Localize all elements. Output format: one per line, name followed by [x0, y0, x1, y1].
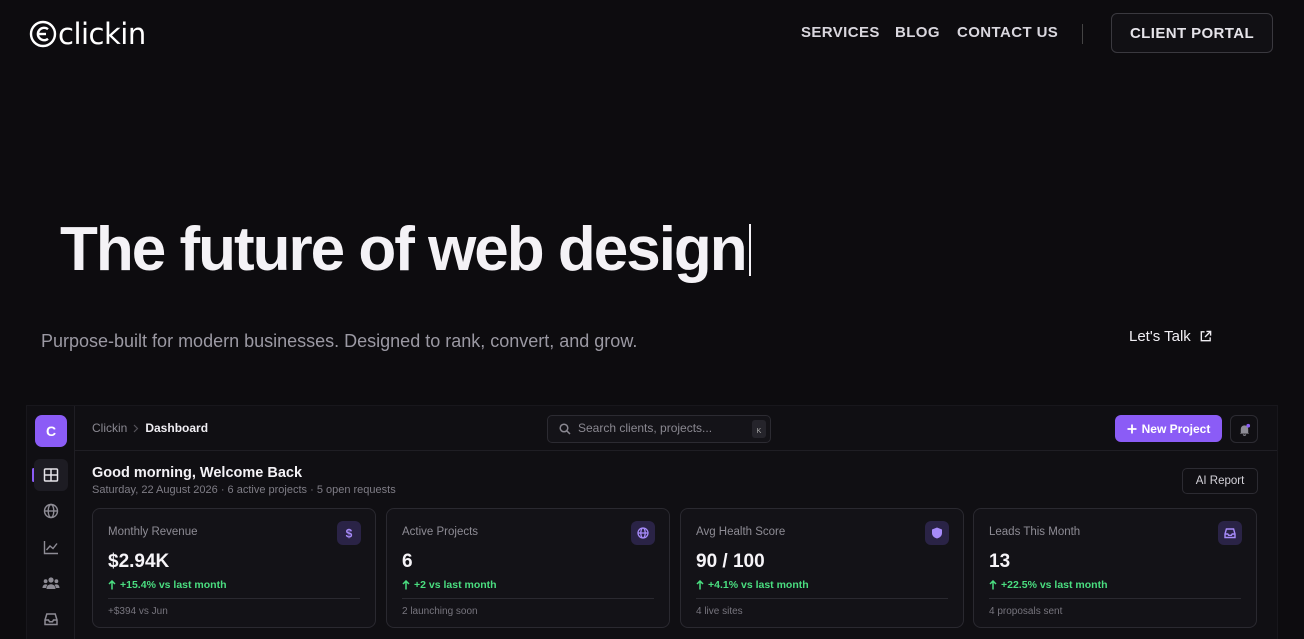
- stat-value: 13: [989, 551, 1011, 572]
- card-divider: [108, 598, 360, 599]
- stat-footnote: 4 proposals sent: [989, 606, 1063, 617]
- dashboard-topbar: Clickin Dashboard K New Project: [74, 406, 1277, 451]
- greeting-meta: Saturday, 22 August 2026 · 6 active proj…: [92, 484, 396, 496]
- svg-text:$: $: [346, 527, 353, 539]
- stat-change: +15.4% vs last month: [108, 579, 227, 591]
- stat-card-health[interactable]: Avg Health Score 90 / 100 +4.1% vs last …: [680, 508, 964, 628]
- stat-change-text: +22.5% vs last month: [1001, 579, 1108, 591]
- arrow-up-icon: [402, 580, 410, 590]
- stat-change: +22.5% vs last month: [989, 579, 1108, 591]
- chart-line-icon: [43, 541, 58, 555]
- chevron-right-icon: [133, 424, 139, 432]
- card-divider: [402, 598, 654, 599]
- external-link-icon: [1200, 330, 1212, 342]
- stat-change: +4.1% vs last month: [696, 579, 809, 591]
- search-input[interactable]: [578, 420, 738, 436]
- stat-label: Avg Health Score: [696, 526, 786, 538]
- globe-icon: [43, 503, 59, 519]
- lets-talk-link[interactable]: Let's Talk: [1129, 328, 1212, 345]
- new-project-button[interactable]: New Project: [1115, 415, 1222, 442]
- new-project-label: New Project: [1141, 421, 1211, 436]
- sidebar-item-dashboard[interactable]: [34, 459, 68, 491]
- search-shortcut-key: K: [752, 420, 766, 438]
- search-box[interactable]: K: [547, 415, 771, 443]
- ai-report-button[interactable]: AI Report: [1182, 468, 1258, 494]
- breadcrumb: Clickin Dashboard: [92, 421, 208, 435]
- stat-value: 90 / 100: [696, 551, 765, 572]
- globe-icon: [637, 527, 649, 539]
- inbox-icon: [44, 613, 58, 626]
- dashboard-preview: C Clickin Dashboard Search clients, proj…: [26, 405, 1278, 639]
- stat-value: 6: [402, 551, 413, 572]
- stat-label: Active Projects: [402, 526, 479, 538]
- stat-icon-badge: [1218, 521, 1242, 545]
- notifications-button[interactable]: [1230, 415, 1258, 443]
- clickin-logo-icon: [29, 20, 57, 48]
- brand-logo[interactable]: clickin: [29, 19, 146, 49]
- dollar-icon: $: [346, 527, 353, 539]
- client-portal-button[interactable]: CLIENT PORTAL: [1111, 13, 1273, 53]
- stat-change: +2 vs last month: [402, 579, 497, 591]
- inbox-icon: [1224, 528, 1236, 539]
- stat-value: $2.94K: [108, 551, 170, 572]
- nav-blog-link[interactable]: BLOG: [895, 24, 940, 41]
- card-divider: [989, 598, 1241, 599]
- grid-icon: [43, 468, 59, 482]
- shield-icon: [932, 527, 942, 539]
- stat-card-revenue[interactable]: Monthly Revenue $ $2.94K +15.4% vs last …: [92, 508, 376, 628]
- stat-label: Leads This Month: [989, 526, 1081, 538]
- stat-card-projects[interactable]: Active Projects 6 +2 vs last month 2 lau…: [386, 508, 670, 628]
- greeting-title: Good morning, Welcome Back: [92, 465, 303, 481]
- arrow-up-icon: [989, 580, 997, 590]
- sidebar-item-inbox[interactable]: [34, 603, 68, 635]
- stat-card-leads[interactable]: Leads This Month 13 +22.5% vs last month…: [973, 508, 1257, 628]
- hero-subtitle: Purpose-built for modern businesses. Des…: [41, 331, 638, 351]
- stat-footnote: +$394 vs Jun: [108, 606, 168, 617]
- typing-caret: [748, 224, 751, 276]
- stat-icon-badge: [925, 521, 949, 545]
- search-icon: [559, 423, 571, 435]
- stat-footnote: 2 launching soon: [402, 606, 478, 617]
- sidebar-item-clients[interactable]: [34, 567, 68, 599]
- sidebar-item-sites[interactable]: [34, 495, 68, 527]
- hero-title-text: The future of web design: [60, 215, 748, 284]
- breadcrumb-current: Dashboard: [145, 421, 209, 435]
- nav-contact-link[interactable]: CONTACT US: [957, 24, 1058, 41]
- sidebar-item-analytics[interactable]: [34, 531, 68, 563]
- users-icon: [42, 577, 60, 589]
- workspace-avatar[interactable]: C: [35, 415, 67, 447]
- arrow-up-icon: [696, 580, 704, 590]
- stat-change-text: +4.1% vs last month: [708, 579, 809, 591]
- card-divider: [696, 598, 948, 599]
- stat-footnote: 4 live sites: [696, 606, 743, 617]
- hero-title: The future of web design: [60, 214, 751, 286]
- brand-name: clickin: [58, 17, 146, 51]
- stat-label: Monthly Revenue: [108, 526, 198, 538]
- lets-talk-label: Let's Talk: [1129, 328, 1191, 345]
- stat-change-text: +2 vs last month: [414, 579, 497, 591]
- stat-icon-badge: $: [337, 521, 361, 545]
- breadcrumb-root[interactable]: Clickin: [92, 421, 127, 435]
- stat-icon-badge: [631, 521, 655, 545]
- nav-divider: [1082, 24, 1083, 44]
- bell-icon: [1239, 423, 1250, 436]
- stat-change-text: +15.4% vs last month: [120, 579, 227, 591]
- plus-icon: [1127, 424, 1137, 433]
- arrow-up-icon: [108, 580, 116, 590]
- dashboard-sidebar: C: [27, 406, 75, 639]
